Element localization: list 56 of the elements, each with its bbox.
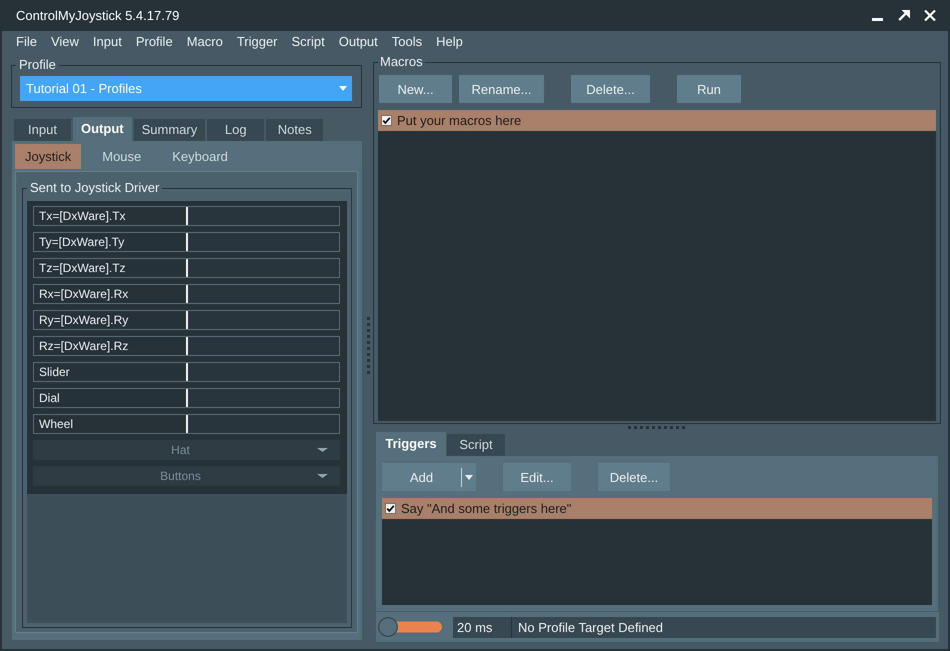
axis-label: Ry=[DxWare].Ry [38,312,130,329]
caret-icon [339,86,347,91]
axis-label: Rz=[DxWare].Rz [38,338,130,355]
menu-item[interactable]: View [44,31,86,52]
close-icon[interactable] [924,10,936,21]
new-button[interactable]: New... [379,75,452,103]
axis-label: Ty=[DxWare].Ty [38,234,126,251]
splitter-handle[interactable] [367,317,370,375]
group-label: Profile [18,57,57,73]
window-title: ControlMyJoystick 5.4.17.79 [16,8,180,23]
menu-item[interactable]: Tools [384,31,430,52]
caret-icon [317,448,328,452]
tab[interactable]: Joystick [15,144,82,169]
tab[interactable]: Output [73,117,132,141]
menu-item[interactable]: Trigger [230,31,285,52]
tab[interactable]: Mouse [92,144,152,169]
delete-button[interactable]: Delete... [598,463,670,491]
diagonal-arrow-icon[interactable] [898,10,910,21]
tab[interactable]: Keyboard [162,144,238,169]
checkbox[interactable] [381,115,392,126]
status-message: No Profile Target Defined [511,616,936,638]
menu-item[interactable]: Script [284,31,332,52]
group-label: Sent to Joystick Driver [29,180,160,196]
splitter-handle[interactable] [628,426,685,429]
caret-icon [317,474,328,478]
axis-label: Tx=[DxWare].Tx [38,208,127,225]
tab[interactable]: Script [447,434,505,456]
tab[interactable]: Input [14,119,71,141]
tab[interactable]: Log [207,119,264,141]
minimize-icon[interactable] [872,18,883,20]
axis-label: Rx=[DxWare].Rx [38,286,130,303]
tab[interactable]: Summary [134,119,206,141]
axis-label: Slider [38,364,71,381]
menu-item[interactable]: Profile [128,31,180,52]
menu-item[interactable]: Output [332,31,385,52]
menu-item[interactable]: Input [86,31,129,52]
delete-button[interactable]: Delete... [571,75,650,103]
menu-item[interactable]: File [9,31,44,52]
add-button[interactable]: Add [382,463,476,491]
list-item[interactable]: Put your macros here [378,110,936,131]
axis-label: Wheel [38,416,74,433]
checkbox[interactable] [385,503,396,514]
menu-item[interactable]: Macro [180,31,230,52]
tab[interactable]: Triggers [376,432,446,456]
rename-button[interactable]: Rename... [459,75,544,103]
list-item[interactable]: Say "And some triggers here" [382,498,932,519]
caret-icon [465,474,473,480]
interval-field: 20 ms [453,616,511,638]
edit-button[interactable]: Edit... [503,463,571,491]
toggle-switch[interactable] [378,617,442,637]
group-label: Macros [379,54,424,70]
axis-label: Dial [38,390,61,407]
tab[interactable]: Notes [266,119,324,141]
axis-label: Tz=[DxWare].Tz [38,260,127,277]
run-button[interactable]: Run [677,75,741,103]
menu-item[interactable]: Help [429,31,470,52]
